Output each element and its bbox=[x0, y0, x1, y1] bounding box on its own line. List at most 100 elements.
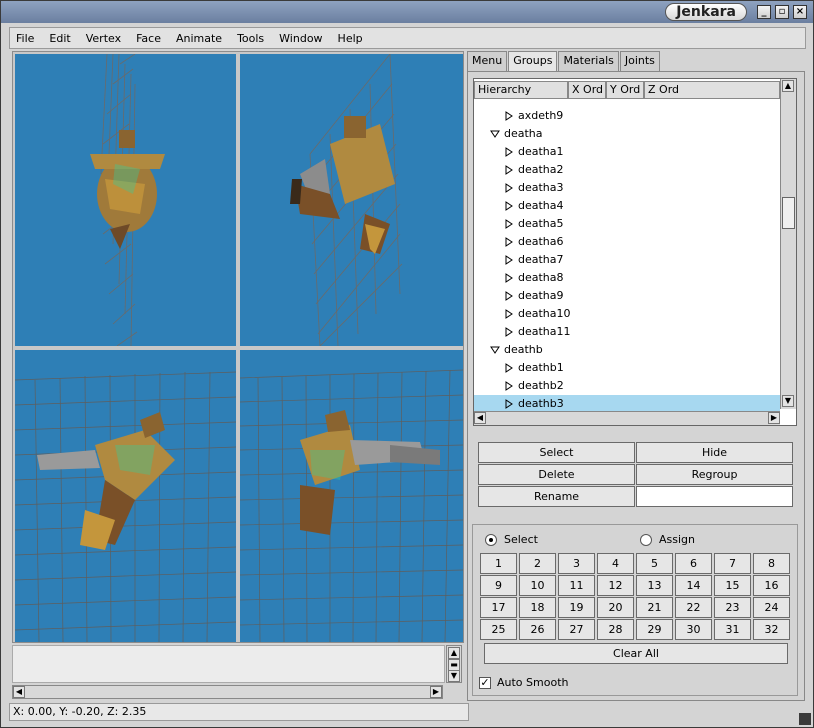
joint-button-12[interactable]: 12 bbox=[597, 575, 634, 596]
viewport-top-right[interactable] bbox=[240, 54, 463, 346]
tree-row[interactable]: deatha3 bbox=[474, 179, 780, 197]
menu-help[interactable]: Help bbox=[338, 32, 363, 45]
scroll-right-icon[interactable]: ▶ bbox=[430, 686, 442, 698]
joint-button-17[interactable]: 17 bbox=[480, 597, 517, 618]
select-button[interactable]: Select bbox=[478, 442, 635, 463]
joint-button-5[interactable]: 5 bbox=[636, 553, 673, 574]
tree-row[interactable]: deathb bbox=[474, 341, 780, 359]
column-z-ord[interactable]: Z Ord bbox=[644, 81, 780, 99]
scroll-right-icon[interactable]: ▶ bbox=[768, 412, 780, 424]
collapsed-triangle-icon[interactable] bbox=[504, 381, 514, 391]
expanded-triangle-icon[interactable] bbox=[490, 129, 500, 139]
joint-button-6[interactable]: 6 bbox=[675, 553, 712, 574]
rename-button[interactable]: Rename bbox=[478, 486, 635, 507]
joint-button-27[interactable]: 27 bbox=[558, 619, 595, 640]
collapsed-triangle-icon[interactable] bbox=[504, 147, 514, 157]
tree-row[interactable]: deatha4 bbox=[474, 197, 780, 215]
collapsed-triangle-icon[interactable] bbox=[504, 363, 514, 373]
tree-row[interactable]: deatha9 bbox=[474, 287, 780, 305]
joint-button-32[interactable]: 32 bbox=[753, 619, 790, 640]
regroup-button[interactable]: Regroup bbox=[636, 464, 793, 485]
joint-button-26[interactable]: 26 bbox=[519, 619, 556, 640]
tree-row[interactable]: deathb2 bbox=[474, 377, 780, 395]
tree-vertical-scrollbar[interactable]: ▲ ▼ bbox=[780, 79, 796, 409]
collapsed-triangle-icon[interactable] bbox=[504, 165, 514, 175]
joint-button-30[interactable]: 30 bbox=[675, 619, 712, 640]
joint-button-29[interactable]: 29 bbox=[636, 619, 673, 640]
collapsed-triangle-icon[interactable] bbox=[504, 183, 514, 193]
joint-button-4[interactable]: 4 bbox=[597, 553, 634, 574]
joint-button-21[interactable]: 21 bbox=[636, 597, 673, 618]
joint-button-1[interactable]: 1 bbox=[480, 553, 517, 574]
title-bar[interactable]: Jenkara _ ▫ × bbox=[1, 1, 813, 23]
joint-button-16[interactable]: 16 bbox=[753, 575, 790, 596]
menu-tools[interactable]: Tools bbox=[237, 32, 264, 45]
expanded-triangle-icon[interactable] bbox=[490, 345, 500, 355]
column-hierarchy[interactable]: Hierarchy bbox=[474, 81, 568, 99]
hide-button[interactable]: Hide bbox=[636, 442, 793, 463]
collapsed-triangle-icon[interactable] bbox=[504, 291, 514, 301]
joint-button-15[interactable]: 15 bbox=[714, 575, 751, 596]
joint-button-25[interactable]: 25 bbox=[480, 619, 517, 640]
joint-button-3[interactable]: 3 bbox=[558, 553, 595, 574]
tree-row[interactable]: deathb1 bbox=[474, 359, 780, 377]
tree-row[interactable]: deatha2 bbox=[474, 161, 780, 179]
joint-button-31[interactable]: 31 bbox=[714, 619, 751, 640]
menu-animate[interactable]: Animate bbox=[176, 32, 222, 45]
joint-button-11[interactable]: 11 bbox=[558, 575, 595, 596]
joint-button-20[interactable]: 20 bbox=[597, 597, 634, 618]
resize-grip-icon[interactable] bbox=[799, 713, 811, 725]
close-button[interactable]: × bbox=[793, 5, 807, 19]
tree-horizontal-scrollbar[interactable]: ◀ ▶ bbox=[474, 411, 780, 425]
joint-button-22[interactable]: 22 bbox=[675, 597, 712, 618]
menu-vertex[interactable]: Vertex bbox=[86, 32, 121, 45]
collapsed-triangle-icon[interactable] bbox=[504, 237, 514, 247]
maximize-button[interactable]: ▫ bbox=[775, 5, 789, 19]
column-y-ord[interactable]: Y Ord bbox=[606, 81, 644, 99]
joint-button-14[interactable]: 14 bbox=[675, 575, 712, 596]
tree-row[interactable]: deatha5 bbox=[474, 215, 780, 233]
viewport-horizontal-scrollbar[interactable]: ◀ ▶ bbox=[12, 685, 443, 699]
collapsed-triangle-icon[interactable] bbox=[504, 201, 514, 211]
joint-button-2[interactable]: 2 bbox=[519, 553, 556, 574]
tab-materials[interactable]: Materials bbox=[558, 51, 619, 71]
joint-button-18[interactable]: 18 bbox=[519, 597, 556, 618]
joint-button-24[interactable]: 24 bbox=[753, 597, 790, 618]
menu-face[interactable]: Face bbox=[136, 32, 161, 45]
joint-button-23[interactable]: 23 bbox=[714, 597, 751, 618]
scroll-thumb[interactable] bbox=[782, 197, 795, 229]
collapsed-triangle-icon[interactable] bbox=[504, 219, 514, 229]
collapsed-triangle-icon[interactable] bbox=[504, 327, 514, 337]
joint-button-10[interactable]: 10 bbox=[519, 575, 556, 596]
tab-joints[interactable]: Joints bbox=[619, 51, 660, 71]
collapsed-triangle-icon[interactable] bbox=[504, 255, 514, 265]
tree-row[interactable]: deatha1 bbox=[474, 143, 780, 161]
menu-edit[interactable]: Edit bbox=[49, 32, 70, 45]
joint-button-13[interactable]: 13 bbox=[636, 575, 673, 596]
tab-groups[interactable]: Groups bbox=[508, 51, 558, 72]
joint-button-7[interactable]: 7 bbox=[714, 553, 751, 574]
tree-row[interactable]: deatha10 bbox=[474, 305, 780, 323]
auto-smooth-checkbox[interactable]: ✓ bbox=[479, 677, 491, 689]
collapsed-triangle-icon[interactable] bbox=[504, 399, 514, 409]
clear-all-button[interactable]: Clear All bbox=[484, 643, 788, 664]
tree-row[interactable]: deatha11 bbox=[474, 323, 780, 341]
hierarchy-tree[interactable]: Hierarchy X Ord Y Ord Z Ord axdeth9 death… bbox=[473, 78, 797, 426]
viewport-top-left[interactable] bbox=[15, 54, 236, 346]
viewport-bottom-left[interactable] bbox=[15, 350, 236, 642]
collapsed-triangle-icon[interactable] bbox=[504, 309, 514, 319]
joint-button-8[interactable]: 8 bbox=[753, 553, 790, 574]
console-vertical-scrollbar[interactable]: ▲ ▬ ▼ bbox=[446, 645, 462, 683]
select-radio[interactable] bbox=[485, 534, 497, 546]
scroll-left-icon[interactable]: ◀ bbox=[13, 686, 25, 698]
tree-row[interactable]: axdeth9 bbox=[474, 107, 780, 125]
scroll-up-icon[interactable]: ▲ bbox=[782, 80, 794, 92]
minimize-button[interactable]: _ bbox=[757, 5, 771, 19]
assign-radio[interactable] bbox=[640, 534, 652, 546]
scroll-left-icon[interactable]: ◀ bbox=[474, 412, 486, 424]
tree-row[interactable]: deatha bbox=[474, 125, 780, 143]
column-x-ord[interactable]: X Ord bbox=[568, 81, 606, 99]
joint-button-28[interactable]: 28 bbox=[597, 619, 634, 640]
scroll-down-icon[interactable]: ▼ bbox=[782, 395, 794, 407]
joint-button-9[interactable]: 9 bbox=[480, 575, 517, 596]
